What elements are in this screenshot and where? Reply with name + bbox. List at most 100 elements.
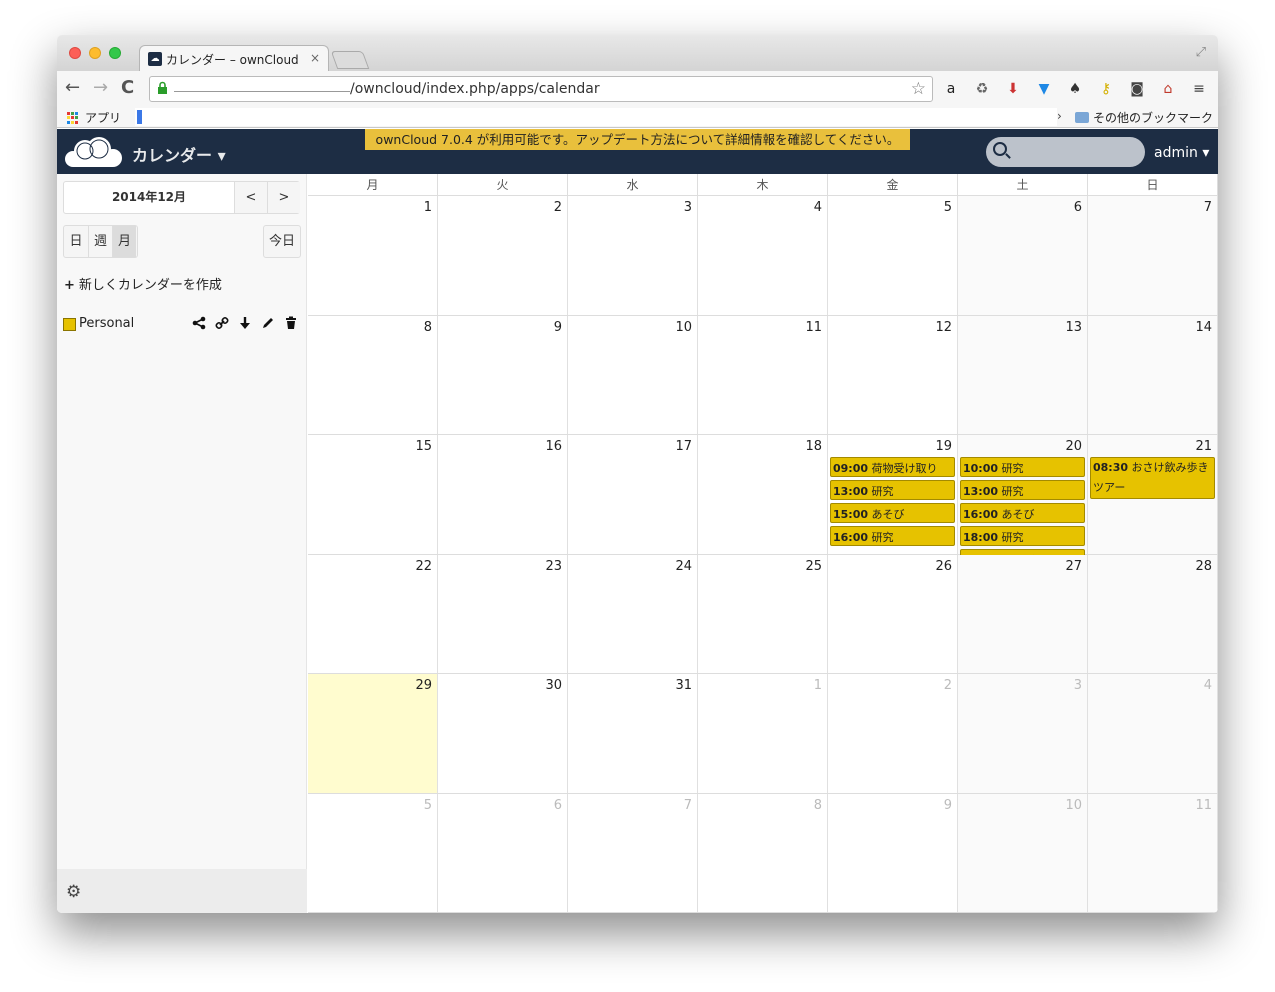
day-cell[interactable]: 27	[958, 554, 1088, 673]
share-icon[interactable]	[191, 316, 207, 332]
calendar-event[interactable]: 08:30 おさけ飲み歩きツアー	[1090, 457, 1215, 499]
day-number[interactable]: 6	[1074, 200, 1082, 215]
day-cell[interactable]: 14	[1088, 315, 1218, 434]
gear-icon[interactable]: ⚙	[66, 882, 81, 902]
owncloud-logo-icon[interactable]	[63, 135, 123, 169]
day-cell[interactable]: 30	[438, 674, 568, 793]
day-cell[interactable]: 1	[698, 674, 828, 793]
calendar-color-swatch[interactable]	[63, 318, 76, 331]
day-number[interactable]: 3	[684, 200, 692, 215]
calendar-item-personal[interactable]: Personal	[63, 316, 303, 334]
month-view-button[interactable]: 月	[112, 226, 136, 257]
day-number[interactable]: 13	[1065, 320, 1082, 335]
day-number[interactable]: 2	[554, 200, 562, 215]
day-number[interactable]: 9	[944, 798, 952, 813]
day-number[interactable]: 2	[944, 678, 952, 693]
day-cell[interactable]: 7	[568, 793, 698, 912]
day-cell[interactable]: 5	[308, 793, 438, 912]
delete-icon[interactable]	[283, 316, 299, 332]
day-number[interactable]: 3	[1074, 678, 1082, 693]
day-cell[interactable]: 9	[438, 315, 568, 434]
calendar-event[interactable]: 13:00 研究	[960, 480, 1085, 500]
day-cell[interactable]: 1	[308, 196, 438, 315]
day-cell[interactable]: 17	[568, 435, 698, 554]
day-cell[interactable]: 18	[698, 435, 828, 554]
user-menu[interactable]: admin ▾	[1154, 145, 1209, 161]
day-cell[interactable]: 28	[1088, 554, 1218, 673]
day-cell[interactable]: 5	[828, 196, 958, 315]
calendar-event[interactable]: 09:00 荷物受け取り	[830, 457, 955, 477]
day-cell[interactable]: 8	[308, 315, 438, 434]
day-cell[interactable]: 12	[828, 315, 958, 434]
day-cell[interactable]: 13	[958, 315, 1088, 434]
bookmark-star-icon[interactable]: ☆	[911, 79, 926, 99]
forward-button[interactable]: →	[93, 77, 108, 98]
day-cell[interactable]: 6	[958, 196, 1088, 315]
next-month-button[interactable]: >	[267, 182, 300, 213]
day-view-button[interactable]: 日	[64, 226, 88, 257]
day-number[interactable]: 14	[1195, 320, 1212, 335]
minimize-window-button[interactable]	[89, 47, 101, 59]
calendar-event[interactable]: 10:00 研究	[960, 457, 1085, 477]
recycle-icon[interactable]: ♻	[972, 79, 992, 99]
day-cell[interactable]: 19 09:00 荷物受け取り 13:00 研究 15:00 あそび 16:00 研究	[828, 435, 958, 554]
menu-icon[interactable]: ≡	[1189, 79, 1209, 99]
download-blocked-icon[interactable]: ⬇	[1003, 79, 1023, 99]
day-cell[interactable]: 3	[568, 196, 698, 315]
day-cell[interactable]: 10	[958, 793, 1088, 912]
day-number[interactable]: 27	[1065, 559, 1082, 574]
day-cell[interactable]: 24	[568, 554, 698, 673]
day-number[interactable]: 1	[424, 200, 432, 215]
day-cell[interactable]: 3	[958, 674, 1088, 793]
day-cell[interactable]: 10	[568, 315, 698, 434]
day-cell[interactable]: 2	[438, 196, 568, 315]
day-cell[interactable]: 22	[308, 554, 438, 673]
zoom-window-button[interactable]	[109, 47, 121, 59]
day-number[interactable]: 12	[935, 320, 952, 335]
tab-close-icon[interactable]: ×	[310, 51, 320, 65]
day-number[interactable]: 5	[944, 200, 952, 215]
day-number[interactable]: 16	[545, 439, 562, 454]
current-month-label[interactable]: 2014年12月	[64, 182, 234, 213]
day-number[interactable]: 18	[805, 439, 822, 454]
calendar-event[interactable]: 15:00 あそび	[830, 503, 955, 523]
day-number[interactable]: 8	[814, 798, 822, 813]
amazon-icon[interactable]: a	[941, 79, 961, 99]
day-cell[interactable]: 11	[1088, 793, 1218, 912]
search-input[interactable]	[1014, 142, 1138, 162]
day-number[interactable]: 1	[814, 678, 822, 693]
day-number[interactable]: 21	[1195, 439, 1212, 454]
calendar-event[interactable]: 16:00 あそび	[960, 503, 1085, 523]
prev-month-button[interactable]: <	[234, 182, 267, 213]
day-number[interactable]: 11	[1195, 798, 1212, 813]
day-number[interactable]: 8	[424, 320, 432, 335]
day-number[interactable]: 6	[554, 798, 562, 813]
day-number[interactable]: 9	[554, 320, 562, 335]
download-icon[interactable]	[237, 316, 253, 332]
new-calendar-button[interactable]: + 新しくカレンダーを作成	[64, 274, 222, 293]
browser-tab[interactable]: ☁ カレンダー – ownCloud ×	[139, 45, 329, 71]
back-button[interactable]: ←	[65, 77, 80, 98]
day-cell[interactable]: 11	[698, 315, 828, 434]
today-button[interactable]: 今日	[263, 225, 301, 258]
day-number[interactable]: 28	[1195, 559, 1212, 574]
day-number[interactable]: 7	[684, 798, 692, 813]
day-number[interactable]: 30	[545, 678, 562, 693]
day-number[interactable]: 22	[415, 559, 432, 574]
calendar-event[interactable]: 13:00 研究	[830, 480, 955, 500]
apps-bookmark[interactable]: アプリ	[85, 109, 121, 126]
bookmark-edit-field[interactable]	[135, 108, 1057, 126]
pocket-icon[interactable]: ◙	[1127, 79, 1147, 99]
fullscreen-icon[interactable]: ⤢	[1196, 45, 1206, 60]
day-number[interactable]: 31	[675, 678, 692, 693]
day-number[interactable]: 10	[675, 320, 692, 335]
close-window-button[interactable]	[69, 47, 81, 59]
day-cell[interactable]: 16	[438, 435, 568, 554]
day-cell[interactable]: 31	[568, 674, 698, 793]
day-number[interactable]: 26	[935, 559, 952, 574]
day-cell[interactable]: 26	[828, 554, 958, 673]
day-number[interactable]: 17	[675, 439, 692, 454]
bookmarks-overflow-chevron-icon[interactable]: ›	[1057, 109, 1062, 123]
day-number[interactable]: 29	[415, 678, 432, 693]
address-bar[interactable]: /owncloud/index.php/apps/calendar ☆	[149, 76, 933, 102]
